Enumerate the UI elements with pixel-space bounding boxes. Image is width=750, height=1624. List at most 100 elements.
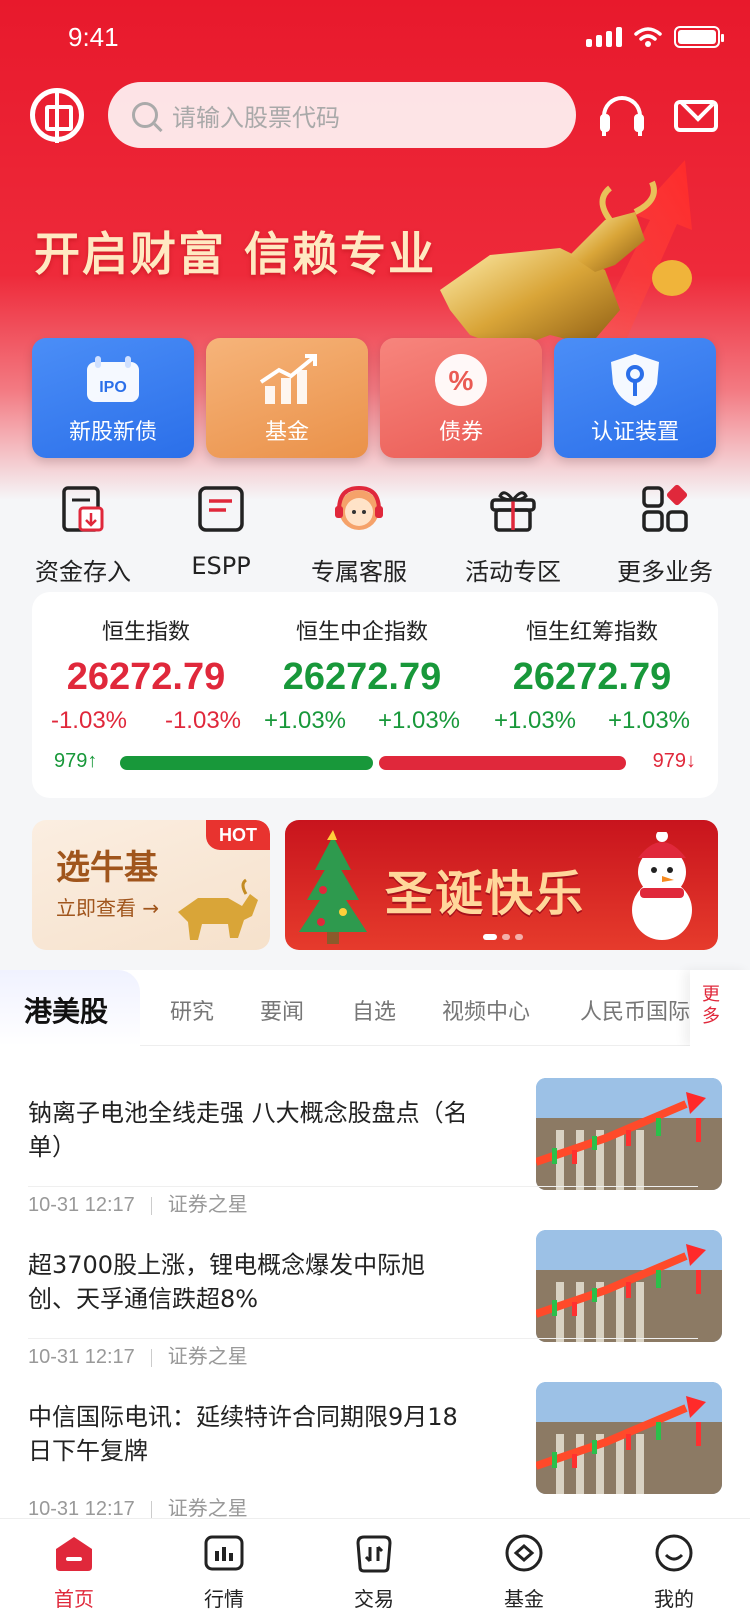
- service-deposit-label: 资金存入: [35, 558, 131, 586]
- tabbar-trade[interactable]: 交易: [314, 1533, 434, 1612]
- status-bar: 9:41: [0, 0, 750, 80]
- tab-hk-us-stocks[interactable]: 港美股: [24, 990, 108, 1030]
- search-bar[interactable]: 请输入股票代码: [108, 82, 576, 148]
- hero-slogan: 开启财富 信赖专业: [34, 227, 437, 281]
- tab-more-button[interactable]: 更多: [690, 970, 750, 1046]
- search-icon: [132, 102, 158, 128]
- golden-bull-icon: [178, 878, 258, 940]
- snowman-icon: [632, 832, 692, 940]
- service-deposit[interactable]: 资金存入: [8, 482, 158, 587]
- christmas-tree-icon: [299, 830, 367, 944]
- bull-fund-title: 选牛基: [56, 848, 158, 888]
- news-divider: [28, 1186, 698, 1187]
- hot-badge: HOT: [206, 820, 270, 850]
- index-value: 26272.79: [512, 656, 672, 698]
- quick-auth-device-label: 认证装置: [590, 420, 679, 445]
- news-time: 10-31 12:17: [28, 1498, 135, 1518]
- more-grid-icon: [642, 484, 688, 532]
- news-meta: 10-31 12:17 证券之星: [28, 1340, 248, 1369]
- index-hscei[interactable]: 恒生中企指数 26272.79 +1.03% +1.03%: [248, 614, 476, 735]
- index-value: 26272.79: [66, 656, 226, 698]
- news-source: 证券之星: [167, 1498, 248, 1518]
- quick-bond-button[interactable]: % 债券: [380, 338, 542, 458]
- battery-icon: [674, 26, 724, 48]
- bank-logo[interactable]: [30, 88, 84, 143]
- tab-watchlist[interactable]: 自选: [352, 994, 396, 1026]
- quick-ipo-button[interactable]: IPO 新股新债: [32, 338, 194, 458]
- carousel-dots: [483, 934, 523, 940]
- key-shield-icon: [611, 354, 659, 406]
- espp-icon: [198, 486, 244, 532]
- index-value: 26272.79: [282, 656, 442, 698]
- service-customer-support[interactable]: 专属客服: [284, 482, 434, 587]
- quick-auth-device-button[interactable]: 认证装置: [554, 338, 716, 458]
- index-change: -1.03%: [50, 707, 128, 734]
- up-ratio-bar: [120, 756, 373, 770]
- down-count: 979↓: [652, 750, 696, 772]
- tabbar-home-label: 首页: [54, 1587, 94, 1611]
- news-divider: [28, 1338, 698, 1339]
- quick-bond-label: 债券: [438, 420, 483, 445]
- search-placeholder: 请输入股票代码: [172, 103, 340, 132]
- wifi-icon: [634, 27, 662, 47]
- service-espp[interactable]: ESPP: [146, 482, 296, 580]
- deposit-icon: [62, 486, 104, 532]
- quick-fund-label: 基金: [264, 420, 309, 445]
- tabbar-profile[interactable]: 我的: [614, 1533, 734, 1612]
- news-tab-bar: 港美股 研究 要闻 自选 视频中心 人民币国际 更多: [0, 970, 750, 1046]
- status-time: 9:41: [68, 22, 119, 52]
- fund-coin-icon: [505, 1534, 543, 1572]
- news-time: 10-31 12:17: [28, 1194, 135, 1216]
- headset-icon[interactable]: [600, 92, 644, 136]
- signal-icon: [586, 27, 622, 47]
- tab-video-center[interactable]: 视频中心: [442, 994, 530, 1026]
- news-title: 超3700股上涨，锂电概念爆发中际旭创、天孚通信跌超8%: [28, 1251, 426, 1313]
- gift-icon: [490, 491, 536, 532]
- tabbar-home[interactable]: 首页: [14, 1533, 134, 1612]
- svg-text:IPO: IPO: [99, 379, 127, 396]
- tab-headlines[interactable]: 要闻: [260, 994, 304, 1026]
- tabbar-fund[interactable]: 基金: [464, 1533, 584, 1612]
- tab-research[interactable]: 研究: [170, 994, 214, 1026]
- christmas-title: 圣诞快乐: [385, 866, 586, 922]
- svg-text:%: %: [449, 365, 474, 396]
- service-more[interactable]: 更多业务: [590, 482, 740, 587]
- mail-icon[interactable]: [674, 100, 718, 132]
- bar-chart-up-icon: [259, 354, 317, 404]
- profile-icon: [655, 1534, 693, 1572]
- tabbar-trade-label: 交易: [354, 1587, 394, 1611]
- news-thumbnail: [536, 1382, 722, 1494]
- index-hsi[interactable]: 恒生指数 26272.79 -1.03% -1.03%: [32, 614, 260, 735]
- news-title: 中信国际电讯：延续特许合同期限9月18日下午复牌: [28, 1403, 458, 1465]
- tabbar-profile-label: 我的: [654, 1587, 694, 1611]
- ipo-calendar-icon: IPO: [87, 356, 139, 402]
- index-change: +1.03%: [493, 707, 577, 734]
- index-hscci[interactable]: 恒生红筹指数 26272.79 +1.03% +1.03%: [478, 614, 706, 735]
- news-thumbnail: [536, 1230, 722, 1342]
- news-source: 证券之星: [167, 1194, 248, 1216]
- service-activities-label: 活动专区: [465, 558, 561, 586]
- home-icon: [56, 1537, 92, 1571]
- bull-fund-banner[interactable]: 选牛基 立即查看 → HOT: [32, 820, 270, 950]
- news-item[interactable]: 中信国际电讯：延续特许合同期限9月18日下午复牌 10-31 12:17 证券之星: [28, 1382, 722, 1518]
- customer-service-icon: [335, 485, 383, 530]
- news-list: 钠离子电池全线走强 八大概念股盘点（名单） 10-31 12:17 证券之星 超3…: [0, 1046, 750, 1518]
- news-meta: 10-31 12:17 证券之星: [28, 1188, 248, 1217]
- christmas-banner[interactable]: 圣诞快乐: [285, 820, 718, 950]
- tabbar-market[interactable]: 行情: [164, 1533, 284, 1612]
- service-activities[interactable]: 活动专区: [438, 482, 588, 587]
- tab-rmb-international[interactable]: 人民币国际: [580, 994, 690, 1026]
- market-chart-icon: [204, 1535, 244, 1571]
- index-change-pct: -1.03%: [164, 707, 242, 734]
- tabbar-fund-label: 基金: [504, 1587, 544, 1611]
- news-title: 钠离子电池全线走强 八大概念股盘点（名单）: [28, 1099, 468, 1161]
- index-name: 恒生中企指数: [295, 620, 428, 645]
- market-breadth-bar: 979↑ 979↓: [54, 750, 696, 774]
- quick-fund-button[interactable]: 基金: [206, 338, 368, 458]
- service-more-label: 更多业务: [617, 558, 713, 586]
- up-count: 979↑: [54, 750, 98, 772]
- service-customer-support-label: 专属客服: [311, 558, 407, 586]
- percent-badge-icon: %: [435, 354, 487, 406]
- quick-ipo-label: 新股新债: [68, 420, 157, 445]
- index-change-pct: +1.03%: [377, 707, 461, 734]
